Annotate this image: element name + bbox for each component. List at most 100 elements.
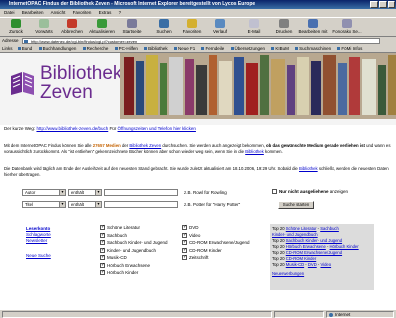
media-checkbox[interactable]	[100, 239, 105, 246]
page-content: Bibliothek Zeven Der kurze Weg: http://w…	[0, 53, 396, 309]
search-operator-select-1[interactable]: enthält ▼	[68, 189, 102, 196]
history-button[interactable]: Verlauf	[206, 19, 234, 36]
window-title: InternetOPAC Findus der Bibliothek Zeven…	[9, 1, 256, 7]
edit-button[interactable]: Bearbeiten mit	[298, 19, 328, 36]
print-button[interactable]: Drucken	[270, 19, 298, 36]
media-option: CD-ROM Erwachsene/Jugend	[182, 239, 250, 247]
media-type-list-2: DVD Video CD-ROM Erwachsene/Jugend CD-RO…	[182, 224, 250, 262]
media-checkbox[interactable]	[100, 224, 105, 231]
stop-icon	[67, 19, 77, 28]
short-url-link[interactable]: http://www.bibliothek-zeven.de/buch	[36, 126, 108, 131]
top20-cdrom-kids-link[interactable]: CD-ROM Kinder	[286, 256, 316, 261]
menu-ansicht[interactable]: Ansicht	[51, 10, 66, 15]
star-icon	[187, 19, 197, 28]
library-link-2[interactable]: Bibliothek	[245, 149, 264, 154]
link-recherche[interactable]: Recherche	[83, 46, 109, 51]
chevron-down-icon: ▼	[59, 190, 65, 195]
media-checkbox[interactable]	[182, 239, 187, 246]
link-neue-f1[interactable]: Neue F1	[174, 46, 195, 51]
media-checkbox[interactable]	[182, 224, 187, 231]
search-hint-1: z.B. Rowl für Rowling	[184, 190, 227, 195]
extension-icon	[342, 19, 352, 28]
forward-button[interactable]: Vorwärts	[30, 19, 58, 36]
menu-favoriten[interactable]: Favoriten	[73, 10, 92, 15]
top20-music-link[interactable]: Musik-CD	[286, 262, 304, 267]
media-option: Sachbuch Kinder- und Jugend	[100, 239, 168, 247]
library-link[interactable]: Bibliothek Zeven	[129, 143, 161, 148]
minimize-button[interactable]	[370, 1, 378, 8]
maximize-button[interactable]	[379, 1, 387, 8]
media-checkbox[interactable]	[182, 247, 187, 253]
short-way-line: Der kurze Weg: http://www.bibliothek-zev…	[4, 126, 196, 131]
link-bibliothek[interactable]: Bibliothek	[144, 46, 168, 51]
back-button[interactable]: Zurück	[2, 19, 30, 36]
top20-youth-link[interactable]: Kinder- und Jugendbuch	[272, 232, 318, 237]
top20-box: Top 20 Schöne Literatur - Sachbuch Kinde…	[270, 224, 374, 290]
link-foemi[interactable]: FöMi Infos	[337, 46, 362, 51]
top20-video-link[interactable]: Video	[320, 262, 331, 267]
media-option: Musik-CD	[100, 254, 168, 262]
keywords-link[interactable]: Schlagworte	[26, 232, 51, 237]
link-uebersetzungen[interactable]: Übersetzungen	[231, 46, 266, 51]
link-pc-hilfen[interactable]: PC-Hilfen	[115, 46, 138, 51]
address-input[interactable]: http://www.datenec.de/cgi-bin/findus/cgi…	[22, 38, 380, 44]
search-button[interactable]: Suchen	[150, 19, 178, 36]
menu-help[interactable]: ?	[119, 10, 122, 15]
only-available-checkbox[interactable]	[272, 189, 277, 195]
favorites-button[interactable]: Favoriten	[178, 19, 206, 36]
address-label: Adresse	[2, 38, 19, 43]
reader-account-link[interactable]: Leserkonto	[26, 226, 50, 231]
link-suchmaschinen[interactable]: Suchmaschinen	[295, 46, 331, 51]
top20-cdrom-adult-link[interactable]: CD-ROM Erwachsene/Jugend	[286, 250, 342, 255]
media-checkbox[interactable]	[100, 262, 105, 268]
window-title-bar: InternetOPAC Findus der Bibliothek Zeven…	[0, 0, 396, 9]
media-checkbox[interactable]	[100, 254, 105, 261]
status-text-cell	[2, 311, 272, 318]
search-field-select-2[interactable]: Titel ▼	[22, 201, 66, 208]
only-available-option: Nur nicht ausgeliehene anzeigen	[272, 189, 348, 195]
link-ferndeile[interactable]: Ferndeile	[201, 46, 224, 51]
opening-hours-link[interactable]: Öffnungszeiten und Telefon hier klicken	[118, 126, 196, 131]
top20-dvd-link[interactable]: DVD	[308, 262, 317, 267]
link-kibum[interactable]: KIBuM	[271, 46, 289, 51]
media-option: Sachbuch	[100, 232, 168, 240]
link-bund[interactable]: Bund	[18, 46, 33, 51]
menu-datei[interactable]: Datei	[4, 10, 15, 15]
address-url: http://www.datenec.de/cgi-bin/findus/cgi…	[31, 39, 138, 44]
search-input-2[interactable]	[104, 201, 178, 208]
newsletter-link[interactable]: Newsletter	[26, 238, 47, 243]
top20-nonfiction-link[interactable]: Sachbuch	[320, 226, 339, 231]
menu-extras[interactable]: Extras	[99, 10, 112, 15]
menu-bearbeiten[interactable]: Bearbeiten	[22, 10, 44, 15]
close-button[interactable]	[388, 1, 395, 8]
media-checkbox[interactable]	[100, 269, 105, 276]
media-checkbox[interactable]	[100, 247, 105, 253]
library-banner: Bibliothek Zeven	[0, 53, 396, 125]
top20-audiobook-kids-link[interactable]: Hörbuch Kinder	[330, 244, 359, 249]
home-button[interactable]: Startseite	[118, 19, 146, 36]
search-operator-select-2[interactable]: enthält ▼	[68, 201, 102, 208]
search-start-button[interactable]: Suche starten	[278, 201, 314, 209]
search-icon	[159, 19, 169, 28]
history-icon	[215, 19, 225, 28]
media-checkbox[interactable]	[182, 254, 187, 261]
media-type-list-1: Schöne Literatur Sachbuch Sachbuch Kinde…	[100, 224, 168, 277]
link-buchhandlungen[interactable]: Buchhandlungen	[39, 46, 77, 51]
extra-button[interactable]: Fonorakx Se...	[330, 19, 364, 36]
media-checkbox[interactable]	[100, 232, 105, 238]
loan-status-note: ob das gewünschte Medium gerade verliehe…	[266, 143, 365, 148]
address-bar: Adresse http://www.datenec.de/cgi-bin/fi…	[0, 37, 396, 45]
media-checkbox[interactable]	[182, 232, 187, 238]
new-acquisitions-link[interactable]: Neuerwerbungen	[272, 271, 304, 276]
stop-button[interactable]: Abbrechen	[58, 19, 86, 36]
mail-button[interactable]: E-Mail	[240, 19, 268, 36]
top20-audiobook-adult-link[interactable]: Hörbuch Erwachsene	[286, 244, 326, 249]
top20-fiction-link[interactable]: Schöne Literatur	[286, 226, 317, 231]
refresh-button[interactable]: Aktualisieren	[88, 19, 116, 36]
library-link-3[interactable]: Bibliothek	[299, 166, 318, 171]
search-field-select-1[interactable]: Autor ▼	[22, 189, 66, 196]
new-search-link[interactable]: Neue Suche	[26, 253, 51, 258]
forward-arrow-icon	[39, 19, 49, 28]
search-input-1[interactable]	[104, 189, 178, 196]
top20-youth-nonfiction-link[interactable]: Sachbuch Kinder- und Jugend	[286, 238, 342, 243]
